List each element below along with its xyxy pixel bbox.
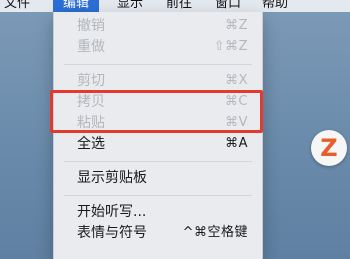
menu-item-shortcut: ⌘A <box>225 136 248 151</box>
menu-go[interactable]: 前往 <box>166 0 192 12</box>
menu-item-shortcut: ⇧⌘Z <box>213 39 248 54</box>
menu-item-redo[interactable]: 重做 ⇧⌘Z <box>77 37 248 57</box>
menu-item-shortcut: ^⌘空格键 <box>182 225 248 240</box>
edit-dropdown-menu: 撤销 ⌘Z 重做 ⇧⌘Z 剪切 ⌘X 拷贝 ⌘C 粘贴 ⌘V 全选 ⌘A 显示剪… <box>53 12 263 259</box>
zotero-letter: Z <box>320 134 338 162</box>
menu-separator <box>64 64 252 65</box>
menu-file[interactable]: 文件 <box>4 0 30 12</box>
zotero-app-icon[interactable]: Z <box>311 130 347 166</box>
menu-item-label: 撤销 <box>77 18 105 34</box>
annotation-highlight-box <box>50 90 263 133</box>
menu-separator <box>64 161 252 162</box>
menu-item-label: 开始听写... <box>77 204 147 220</box>
menu-item-shortcut: ⌘X <box>225 73 248 88</box>
menu-view[interactable]: 显示 <box>117 0 143 12</box>
menu-item-show-clipboard[interactable]: 显示剪贴板 <box>77 168 248 188</box>
menu-item-label: 显示剪贴板 <box>77 170 147 186</box>
menu-item-undo[interactable]: 撤销 ⌘Z <box>77 16 248 36</box>
menu-item-shortcut: ⌘Z <box>225 18 248 33</box>
menu-item-select-all[interactable]: 全选 ⌘A <box>77 134 248 154</box>
menu-separator <box>64 195 252 196</box>
menu-item-label: 表情与符号 <box>77 225 147 241</box>
menu-item-label: 重做 <box>77 39 105 55</box>
menu-help[interactable]: 帮助 <box>262 0 288 12</box>
menu-window[interactable]: 窗口 <box>215 0 241 12</box>
menu-item-label: 剪切 <box>77 73 105 89</box>
menu-item-emoji-symbols[interactable]: 表情与符号 ^⌘空格键 <box>77 223 248 243</box>
menu-item-start-dictation[interactable]: 开始听写... <box>77 202 248 222</box>
menu-item-label: 全选 <box>77 136 105 152</box>
menu-bar: 文件 编辑 显示 前往 窗口 帮助 <box>0 0 350 12</box>
menu-edit[interactable]: 编辑 <box>53 0 100 12</box>
menu-item-cut[interactable]: 剪切 ⌘X <box>77 71 248 91</box>
